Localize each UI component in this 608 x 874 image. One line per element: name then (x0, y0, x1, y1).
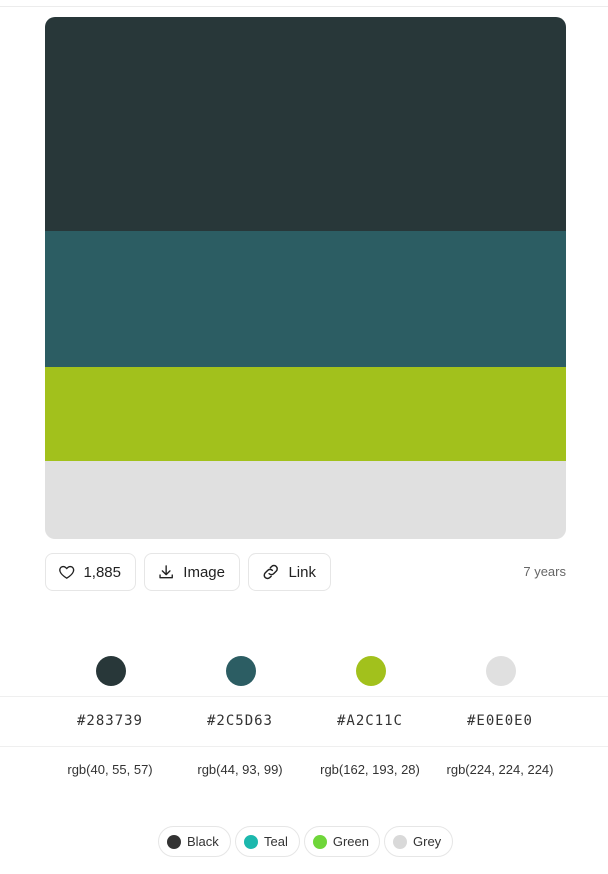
download-icon (159, 565, 173, 579)
rgb-code[interactable]: rgb(44, 93, 99) (175, 762, 305, 777)
rgb-code[interactable]: rgb(162, 193, 28) (305, 762, 435, 777)
tag-label: Black (187, 834, 219, 849)
copy-link-button[interactable]: Link (248, 553, 331, 591)
palette-preview[interactable] (45, 17, 566, 539)
color-dot-1[interactable] (96, 656, 126, 686)
hex-code[interactable]: #2C5D63 (175, 713, 305, 729)
tag-black[interactable]: Black (158, 826, 231, 857)
color-dot-4[interactable] (486, 656, 516, 686)
top-divider (0, 6, 608, 7)
image-label: Image (183, 563, 225, 581)
hex-row: #283739 #2C5D63 #A2C11C #E0E0E0 (0, 696, 608, 747)
rgb-code[interactable]: rgb(40, 55, 57) (45, 762, 175, 777)
tag-color-dot (313, 834, 327, 849)
heart-icon (59, 565, 75, 579)
tag-color-dot (167, 834, 181, 849)
tag-label: Green (332, 834, 369, 849)
palette-age: 7 years (523, 564, 566, 579)
color-dot-2[interactable] (226, 656, 256, 686)
swatch-2[interactable] (45, 231, 566, 367)
hex-code[interactable]: #283739 (45, 713, 175, 729)
like-count: 1,885 (83, 563, 121, 581)
rgb-row: rgb(40, 55, 57) rgb(44, 93, 99) rgb(162,… (0, 762, 608, 782)
palette-actions: 1,885 Image Link 7 years (45, 553, 566, 591)
tag-color-dot (244, 834, 258, 849)
swatch-4[interactable] (45, 461, 566, 539)
like-button[interactable]: 1,885 (45, 553, 136, 591)
rgb-code[interactable]: rgb(224, 224, 224) (435, 762, 565, 777)
tag-teal[interactable]: Teal (235, 826, 300, 857)
hex-code[interactable]: #E0E0E0 (435, 713, 565, 729)
color-dots (45, 656, 566, 686)
swatch-1[interactable] (45, 17, 566, 231)
tag-label: Teal (264, 834, 288, 849)
link-label: Link (288, 563, 316, 581)
download-image-button[interactable]: Image (144, 553, 240, 591)
tag-green[interactable]: Green (304, 826, 380, 857)
color-dot-3[interactable] (356, 656, 386, 686)
link-icon (263, 564, 278, 580)
tag-label: Grey (413, 834, 442, 849)
hex-code[interactable]: #A2C11C (305, 713, 435, 729)
tag-color-dot (393, 834, 407, 849)
tag-grey[interactable]: Grey (384, 826, 453, 857)
color-tags: Black Teal Green Grey (0, 826, 608, 857)
swatch-3[interactable] (45, 367, 566, 461)
